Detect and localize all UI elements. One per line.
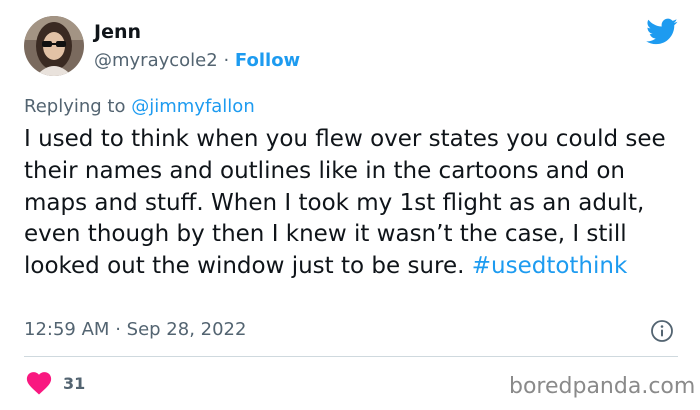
separator-dot: · [223,50,230,71]
divider [24,356,678,357]
info-icon[interactable] [650,319,674,343]
heart-icon[interactable] [26,371,52,395]
like-count: 31 [63,374,86,393]
hashtag-link[interactable]: #usedtothink [472,253,628,279]
follow-button[interactable]: Follow [235,50,300,71]
reply-mention-link[interactable]: @jimmyfallon [131,96,255,117]
reply-context: Replying to @jimmyfallon [24,96,255,117]
tweet-text: I used to think when you flew over state… [24,124,684,283]
timestamp-separator: · [115,319,121,340]
author-handle-line: @myraycole2 · Follow [94,50,300,71]
author-name[interactable]: Jenn [94,21,141,43]
tweet-timestamp[interactable]: 12:59 AM · Sep 28, 2022 [24,319,246,340]
watermark: boredpanda.com [509,374,696,399]
avatar[interactable] [24,16,84,76]
twitter-bird-icon[interactable] [646,18,678,46]
author-handle[interactable]: @myraycole2 [94,50,218,71]
reply-prefix: Replying to [24,96,126,117]
tweet-date: Sep 28, 2022 [126,319,247,340]
tweet-time: 12:59 AM [24,319,110,340]
